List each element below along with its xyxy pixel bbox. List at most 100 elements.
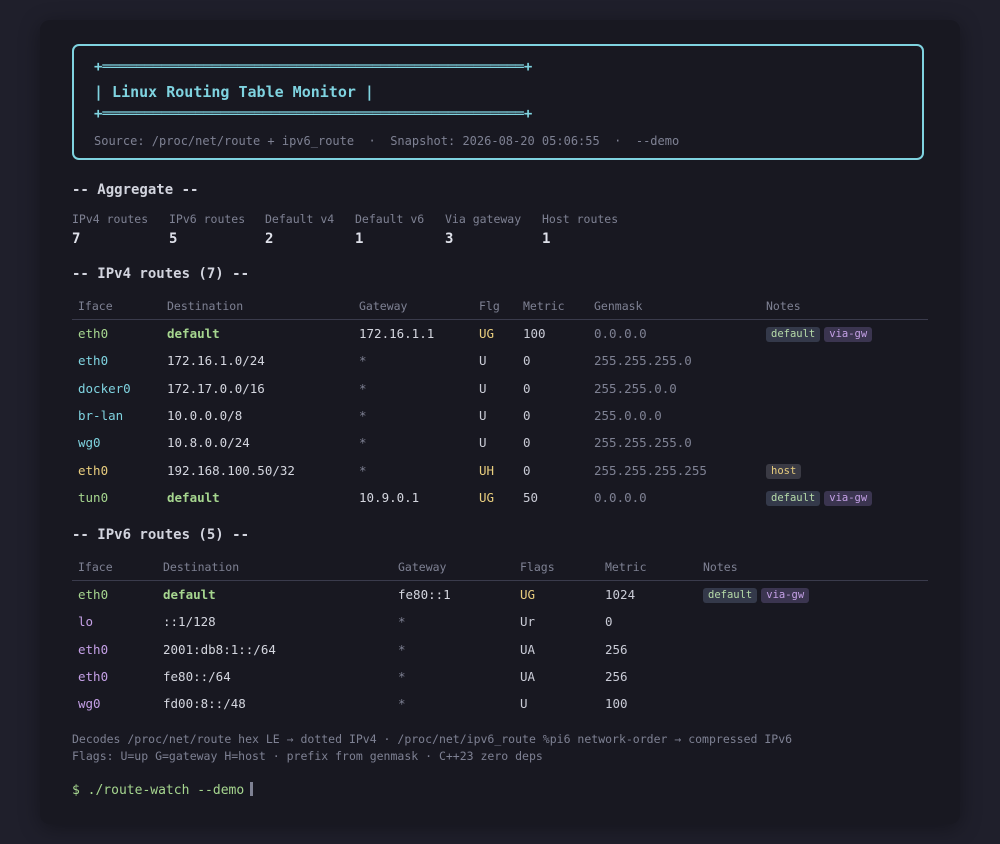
gateway-cell: 172.16.1.1: [359, 326, 435, 342]
iface-cell: docker0: [78, 380, 131, 396]
metric-cell: 0: [523, 435, 531, 451]
table-row[interactable]: eth0 default 172.16.1.1 UG 100 0.0.0.0 default…: [72, 320, 928, 348]
col-iface: Iface: [72, 293, 161, 320]
notes-cell: default via-gw: [697, 581, 928, 609]
table-row[interactable]: lo::1/128 * Ur 0: [72, 608, 928, 635]
table-row[interactable]: docker0 172.17.0.0/16 * U 0 255.255.0.0: [72, 375, 928, 402]
table-row[interactable]: wg0 fd00:8::/48 * U 100: [72, 690, 928, 717]
default-badge: default: [766, 490, 821, 506]
stat-value: 7: [72, 231, 81, 247]
via-gw-badge: via-gw: [824, 327, 873, 343]
destination-cell: fd00:8::/48: [163, 696, 246, 712]
via-gw-badge: via-gw: [761, 588, 810, 604]
genmask-cell: 255.255.255.0: [594, 353, 692, 369]
destination-cell: default: [167, 489, 220, 505]
footer-line-1: Decodes /proc/net/route hex LE → dotted …: [72, 732, 793, 746]
header-box: +═══════════════════════════════════════…: [72, 44, 924, 160]
table-row[interactable]: eth0 192.168.100.50/32 * UH 0 255.255.255.255…: [72, 456, 928, 483]
destination-cell: 10.0.0.0/8: [167, 408, 243, 424]
notes-cell: default via-gw: [760, 320, 928, 348]
genmask-cell: 255.255.255.255: [594, 462, 707, 478]
terminal-panel: +═══════════════════════════════════════…: [40, 20, 960, 824]
stat-label: Default v6: [355, 212, 425, 226]
flags-cell: Ur: [520, 614, 536, 630]
gateway-cell: *: [398, 669, 406, 685]
flags-cell: U: [479, 408, 487, 424]
stat-label: Host routes: [542, 212, 619, 226]
stat-value: 2: [265, 231, 274, 247]
col-metric: Metric: [599, 554, 697, 581]
ipv4-header-row: Iface Destination Gateway Flg Metric Gen…: [72, 293, 928, 320]
ipv4-heading: -- IPv4 routes (7) --: [72, 266, 250, 282]
col-genmask: Genmask: [588, 293, 760, 320]
page-title: | Linux Routing Table Monitor |: [94, 83, 374, 101]
flags-cell: UA: [520, 641, 536, 657]
gateway-cell: *: [359, 380, 367, 396]
stat-value: 1: [542, 231, 551, 247]
table-row[interactable]: wg0 10.8.0.0/24 * U 0 255.255.255.0: [72, 429, 928, 456]
destination-cell: fe80::/64: [163, 669, 231, 685]
gateway-cell: 10.9.0.1: [359, 489, 420, 505]
banner-top: +═══════════════════════════════════════…: [94, 59, 533, 75]
stat-label: IPv4 routes: [72, 212, 149, 226]
notes-cell: [697, 690, 928, 717]
gateway-cell: *: [359, 462, 367, 478]
notes-cell: [697, 608, 928, 635]
genmask-cell: 0.0.0.0: [594, 326, 647, 342]
ipv6-table: Iface Destination Gateway Flags Metric N…: [72, 554, 928, 717]
metric-cell: 256: [605, 641, 628, 657]
col-metric: Metric: [517, 293, 588, 320]
table-row[interactable]: tun0 default 10.9.0.1 UG 50 0.0.0.0 default via…: [72, 484, 928, 511]
col-notes: Notes: [760, 293, 928, 320]
metric-cell: 0: [523, 408, 531, 424]
iface-cell: lo: [78, 614, 94, 630]
gateway-cell: *: [359, 408, 367, 424]
gateway-cell: *: [398, 641, 406, 657]
gateway-cell: *: [398, 614, 406, 630]
destination-cell: 10.8.0.0/24: [167, 435, 250, 451]
gateway-cell: *: [359, 435, 367, 451]
default-badge: default: [766, 327, 821, 343]
metric-cell: 256: [605, 669, 628, 685]
table-row[interactable]: br-lan 10.0.0.0/8 * U 0 255.0.0.0: [72, 402, 928, 429]
genmask-cell: 255.255.0.0: [594, 380, 677, 396]
flags-cell: U: [520, 696, 528, 712]
prompt-text: $ ./route-watch --demo: [72, 783, 245, 798]
notes-cell: [760, 429, 928, 456]
gateway-cell: *: [359, 353, 367, 369]
notes-cell: [760, 375, 928, 402]
col-flags: Flags: [514, 554, 599, 581]
iface-cell: wg0: [78, 435, 101, 451]
stat-label: IPv6 routes: [169, 212, 246, 226]
notes-cell: default via-gw: [760, 484, 928, 511]
ipv6-heading: -- IPv6 routes (5) --: [72, 527, 250, 543]
col-destination: Destination: [161, 293, 353, 320]
command-prompt[interactable]: $ ./route-watch --demo: [72, 782, 254, 798]
flags-cell: UA: [520, 669, 536, 685]
flags-cell: UH: [479, 462, 495, 478]
genmask-cell: 255.0.0.0: [594, 408, 662, 424]
flags-cell: UG: [479, 326, 495, 342]
table-row[interactable]: eth0 default fe80::1 UG 1024 default via-gw: [72, 581, 928, 609]
metric-cell: 0: [523, 353, 531, 369]
iface-cell: eth0: [78, 326, 109, 342]
destination-cell: 172.16.1.0/24: [167, 353, 265, 369]
iface-cell: eth0: [78, 462, 109, 478]
gateway-cell: fe80::1: [398, 587, 451, 603]
col-iface: Iface: [72, 554, 157, 581]
metric-cell: 1024: [605, 587, 636, 603]
table-row[interactable]: eth0 fe80::/64 * UA 256: [72, 663, 928, 690]
table-row[interactable]: eth0 2001:db8:1::/64 * UA 256: [72, 636, 928, 663]
notes-cell: host: [760, 456, 928, 483]
col-destination: Destination: [157, 554, 392, 581]
notes-cell: [760, 347, 928, 374]
destination-cell: 192.168.100.50/32: [167, 462, 295, 478]
table-row[interactable]: eth0 172.16.1.0/24 * U 0 255.255.255.0: [72, 347, 928, 374]
iface-cell: tun0: [78, 489, 109, 505]
metric-cell: 0: [523, 380, 531, 396]
metric-cell: 0: [605, 614, 613, 630]
ipv6-header-row: Iface Destination Gateway Flags Metric N…: [72, 554, 928, 581]
metric-cell: 50: [523, 489, 539, 505]
ipv4-rows: eth0 default 172.16.1.1 UG 100 0.0.0.0 default…: [72, 320, 928, 512]
flags-cell: U: [479, 380, 487, 396]
